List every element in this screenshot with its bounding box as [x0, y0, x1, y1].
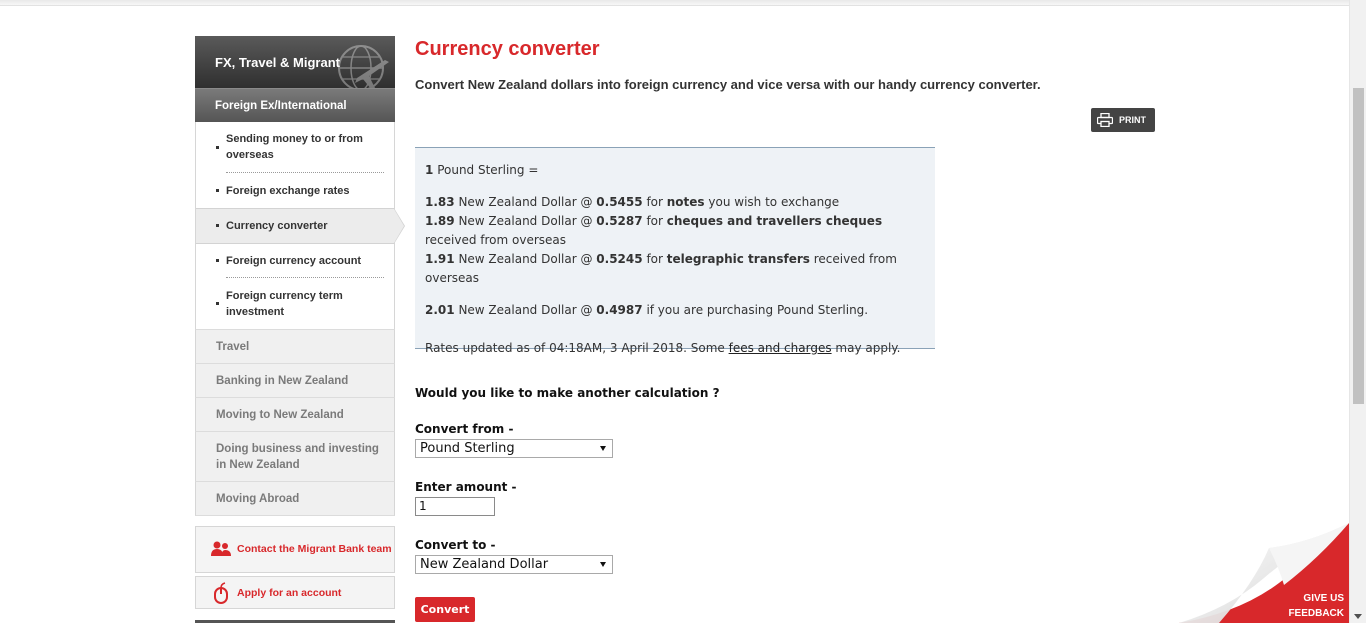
sidebar-category-label: Banking in New Zealand [216, 374, 349, 387]
result-currency: New Zealand Dollar @ [458, 195, 593, 209]
result-row-notes: 1.83 New Zealand Dollar @ 0.5455 for not… [425, 193, 925, 212]
main-content: Currency converter Convert New Zealand d… [415, 36, 1155, 622]
contact-migrant-team-link[interactable]: Contact the Migrant Bank team [195, 526, 395, 573]
sidebar-item-label: Currency converter [226, 220, 328, 232]
convert-to-select[interactable]: New Zealand Dollar [415, 555, 613, 574]
rates-updated-text: Rates updated as of 04:18AM, 3 April 201… [425, 341, 725, 355]
sidebar-category-moving-to-nz[interactable]: Moving to New Zealand [195, 397, 395, 431]
result-pre: for [646, 214, 663, 228]
result-row-purchase: 2.01 New Zealand Dollar @ 0.4987 if you … [425, 301, 925, 320]
result-rate: 0.5245 [596, 252, 643, 266]
bullet-icon [216, 145, 219, 149]
apply-for-account-label: Apply for an account [237, 586, 342, 599]
print-button-label: PRINT [1119, 115, 1146, 125]
sidebar-category-banking-nz[interactable]: Banking in New Zealand [195, 363, 395, 397]
feedback-line1: GIVE US [1303, 593, 1344, 604]
sidebar-header[interactable]: FX, Travel & Migrant [195, 36, 395, 88]
result-post: received from overseas [425, 233, 567, 247]
contact-migrant-team-label: Contact the Migrant Bank team [237, 543, 392, 555]
sidebar-item-currency-converter[interactable]: Currency converter [196, 208, 405, 244]
sidebar-category-label: Moving Abroad [216, 492, 300, 505]
sidebar-subheader-label: Foreign Ex/International [215, 100, 347, 112]
feedback-tab[interactable]: GIVE US FEEDBACK [1159, 523, 1349, 623]
base-currency: Pound Sterling = [437, 163, 539, 177]
result-pre: for [646, 252, 663, 266]
chevron-down-icon [600, 446, 606, 451]
result-post: you wish to exchange [708, 195, 840, 209]
top-strip [0, 0, 1350, 6]
sidebar-category-label: Moving to New Zealand [216, 408, 344, 421]
result-currency: New Zealand Dollar @ [458, 303, 593, 317]
result-amount: 1.83 [425, 195, 455, 209]
sidebar-item-label: Foreign exchange rates [226, 184, 350, 197]
convert-to-label: Convert to - [415, 538, 496, 552]
print-button[interactable]: PRINT [1091, 108, 1155, 132]
result-base: 1 Pound Sterling = [425, 161, 925, 180]
sidebar-category-label: Doing business and investing in New Zeal… [216, 442, 379, 471]
result-rate: 0.4987 [596, 303, 643, 317]
sidebar-item-sending-money[interactable]: Sending money to or from overseas [196, 122, 394, 173]
scroll-down-arrow-icon[interactable] [1354, 614, 1362, 619]
sidebar-item-foreign-currency-term[interactable]: Foreign currency term investment [196, 278, 394, 329]
convert-from-select[interactable]: Pound Sterling [415, 439, 613, 458]
scrollbar-thumb[interactable] [1353, 88, 1364, 404]
rates-updated-note: Rates updated as of 04:18AM, 3 April 201… [425, 339, 925, 358]
convert-button[interactable]: Convert [415, 597, 475, 622]
page-title: Currency converter [415, 38, 600, 60]
bullet-icon [216, 259, 219, 262]
result-type: telegraphic transfers [666, 252, 810, 266]
result-rate: 0.5287 [596, 214, 643, 228]
result-amount: 1.91 [425, 252, 455, 266]
result-amount: 2.01 [425, 303, 455, 317]
sidebar-category-moving-abroad[interactable]: Moving Abroad [195, 481, 395, 516]
apply-for-account-link[interactable]: Apply for an account [195, 576, 395, 609]
result-row-telegraphic: 1.91 New Zealand Dollar @ 0.5245 for tel… [425, 250, 925, 288]
result-row-cheques: 1.89 New Zealand Dollar @ 0.5287 for che… [425, 212, 925, 250]
people-icon [211, 541, 231, 556]
globe-plane-icon [338, 45, 389, 88]
sidebar-item-foreign-currency-account[interactable]: Foreign currency account [196, 244, 394, 278]
converter-form: Would you like to make another calculati… [415, 386, 720, 622]
result-type: cheques and travellers cheques [666, 214, 883, 228]
sidebar-item-label: Foreign currency term investment [226, 289, 343, 318]
sidebar-category-doing-business[interactable]: Doing business and investing in New Zeal… [195, 431, 395, 481]
sidebar-item-label: Sending money to or from overseas [226, 133, 363, 161]
sidebar-item-foreign-exchange-rates[interactable]: Foreign exchange rates [196, 173, 394, 208]
sidebar: FX, Travel & Migrant Foreign Ex/Internat… [195, 36, 405, 623]
fees-and-charges-link[interactable]: fees and charges [729, 341, 832, 355]
result-currency: New Zealand Dollar @ [458, 252, 593, 266]
convert-from-label: Convert from - [415, 422, 514, 436]
sidebar-subheader[interactable]: Foreign Ex/International [195, 88, 395, 122]
base-amount: 1 [425, 163, 434, 177]
result-rate: 0.5455 [596, 195, 643, 209]
conversion-result-box: 1 Pound Sterling = 1.83 New Zealand Doll… [415, 147, 935, 355]
result-pre: for [646, 195, 663, 209]
bullet-icon [216, 188, 219, 192]
sidebar-items: Sending money to or from overseas Foreig… [195, 122, 405, 329]
convert-from-value: Pound Sterling [420, 441, 515, 456]
vertical-scrollbar[interactable] [1349, 0, 1366, 623]
result-amount: 1.89 [425, 214, 455, 228]
bullet-icon [216, 224, 219, 227]
amount-input[interactable]: 1 [415, 497, 495, 516]
convert-to-value: New Zealand Dollar [420, 557, 549, 572]
printer-icon [1097, 113, 1113, 127]
sidebar-header-title: FX, Travel & Migrant [215, 55, 340, 70]
result-currency: New Zealand Dollar @ [458, 214, 593, 228]
active-arrow-fill [394, 209, 404, 243]
result-type: notes [666, 195, 705, 209]
another-calculation-heading: Would you like to make another calculati… [415, 386, 720, 400]
enter-amount-label: Enter amount - [415, 480, 517, 494]
intro-text: Convert New Zealand dollars into foreign… [415, 77, 1041, 92]
sidebar-category-label: Travel [216, 340, 250, 353]
chevron-down-icon [600, 562, 606, 567]
feedback-label: GIVE US FEEDBACK [1288, 591, 1344, 621]
bullet-icon [216, 301, 219, 305]
sidebar-item-label: Foreign currency account [226, 254, 362, 267]
sidebar-category-travel[interactable]: Travel [195, 329, 395, 363]
result-post: if you are purchasing Pound Sterling. [646, 303, 869, 317]
rates-updated-suffix: may apply. [835, 341, 901, 355]
mouse-icon [214, 581, 228, 604]
feedback-line2: FEEDBACK [1288, 608, 1344, 619]
